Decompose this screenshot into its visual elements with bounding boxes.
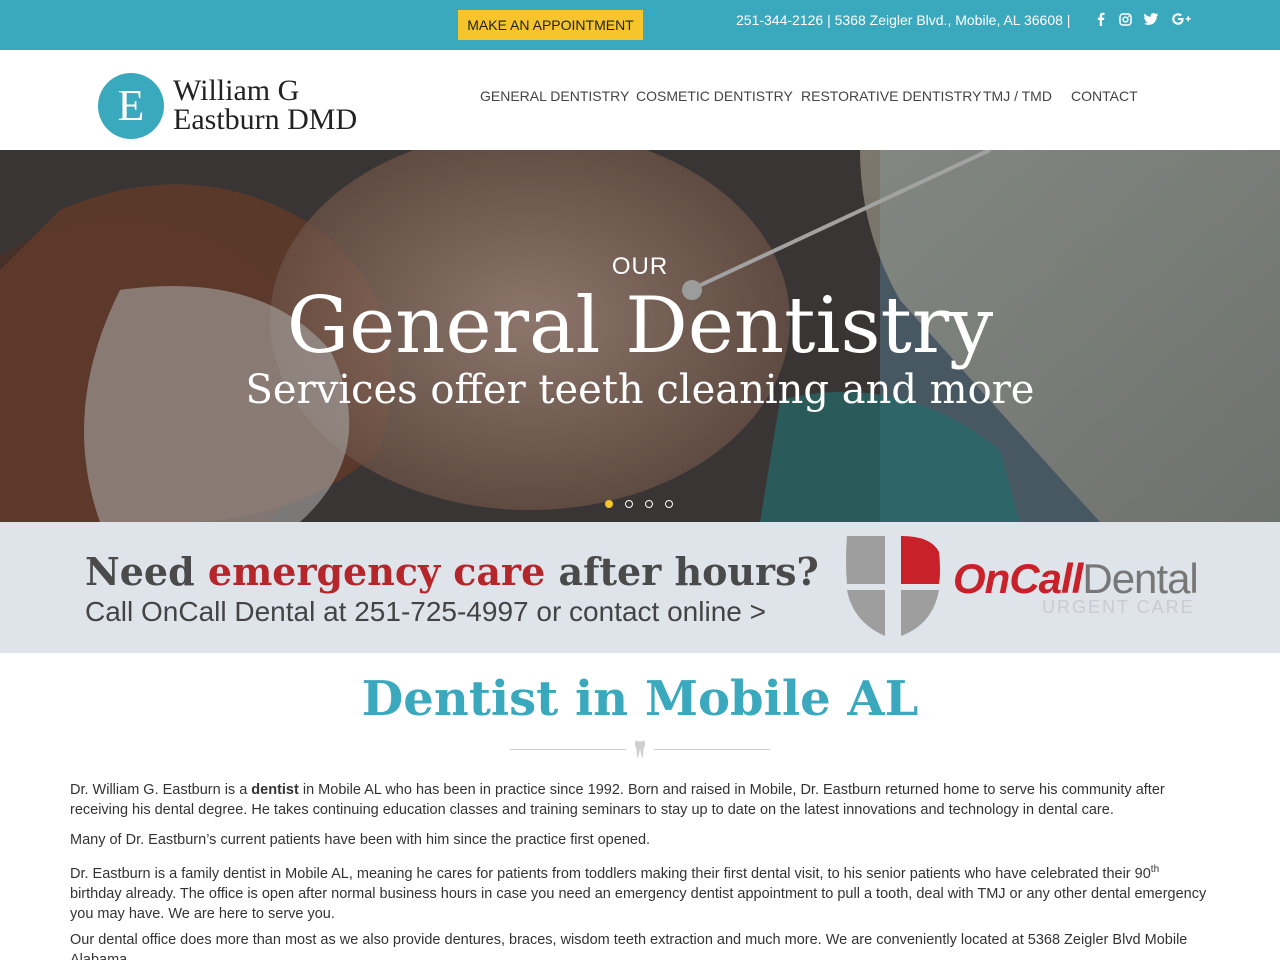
- logo-line-2: Eastburn DMD: [173, 103, 358, 136]
- make-appointment-button[interactable]: MAKE AN APPOINTMENT: [458, 10, 643, 40]
- emergency-heading-part2: after hours?: [545, 549, 819, 594]
- site-header: E William G Eastburn DMD GENERAL DENTIST…: [0, 50, 1280, 150]
- logo-mark[interactable]: E: [98, 73, 164, 139]
- instagram-icon[interactable]: [1117, 9, 1133, 29]
- oncall-cross-icon: [846, 536, 940, 636]
- emergency-highlight: emergency care: [207, 549, 546, 594]
- nav-cosmetic-dentistry[interactable]: COSMETIC DENTISTRY: [636, 86, 793, 106]
- slider-dots: [605, 500, 673, 508]
- emergency-heading-part1: Need: [85, 549, 208, 594]
- twitter-icon[interactable]: [1143, 9, 1159, 29]
- hero-slider: OUR General Dentistry Services offer tee…: [0, 150, 1280, 522]
- nav-general-dentistry[interactable]: GENERAL DENTISTRY: [480, 86, 629, 106]
- logo-text[interactable]: William G Eastburn DMD: [173, 74, 358, 136]
- oncall-urgent-care: URGENT CARE: [1042, 597, 1195, 617]
- family-paragraph: Dr. Eastburn is a family dentist in Mobi…: [70, 860, 1210, 924]
- nav-tmj-tmd[interactable]: TMJ / TMD: [983, 86, 1052, 106]
- oncall-logo-on: OnCall: [953, 555, 1083, 602]
- emergency-banner[interactable]: Need emergency care after hours? Call On…: [0, 522, 1280, 653]
- logo-line-1: William G: [173, 74, 300, 107]
- oncall-logo-text: OnCallDental: [953, 555, 1199, 603]
- contact-info: 251-344-2126 | 5368 Zeigler Blvd., Mobil…: [736, 12, 1071, 28]
- hero-title: General Dentistry: [286, 281, 994, 371]
- oncall-logo-dental: Dental: [1082, 555, 1198, 602]
- family-text-2: birthday already. The office is open aft…: [70, 885, 1207, 922]
- tooth-icon: [635, 740, 645, 758]
- page-title: Dentist in Mobile AL: [361, 671, 919, 727]
- slider-dot-2[interactable]: [625, 500, 633, 508]
- title-divider: [510, 740, 770, 760]
- emergency-heading: Need emergency care after hours?: [85, 549, 819, 594]
- nav-contact[interactable]: CONTACT: [1071, 86, 1138, 106]
- slider-dot-1[interactable]: [605, 500, 613, 508]
- intro-bold-dentist[interactable]: dentist: [251, 782, 299, 798]
- slider-dot-4[interactable]: [665, 500, 673, 508]
- family-sup: th: [1150, 864, 1160, 875]
- emergency-call-link[interactable]: Call OnCall Dental at 251-725-4997 or co…: [85, 596, 766, 628]
- hero-subtitle: Services offer teeth cleaning and more: [245, 367, 1035, 413]
- patients-paragraph: Many of Dr. Eastburn’s current patients …: [70, 832, 651, 848]
- nav-restorative-dentistry[interactable]: RESTORATIVE DENTISTRY: [801, 86, 981, 106]
- intro-paragraph: Dr. William G. Eastburn is a dentist in …: [70, 780, 1210, 820]
- services-paragraph: Our dental office does more than most as…: [70, 932, 1188, 960]
- hero-eyebrow: OUR: [611, 253, 669, 280]
- google-plus-icon[interactable]: [1171, 9, 1191, 29]
- family-text-1: Dr. Eastburn is a family dentist in Mobi…: [70, 865, 1151, 882]
- slider-dot-3[interactable]: [645, 500, 653, 508]
- divider-line-left: [510, 749, 626, 750]
- top-bar: MAKE AN APPOINTMENT 251-344-2126 | 5368 …: [0, 0, 1280, 50]
- facebook-icon[interactable]: [1093, 9, 1109, 29]
- intro-text-1: Dr. William G. Eastburn is a: [70, 782, 252, 798]
- divider-line-right: [654, 749, 770, 750]
